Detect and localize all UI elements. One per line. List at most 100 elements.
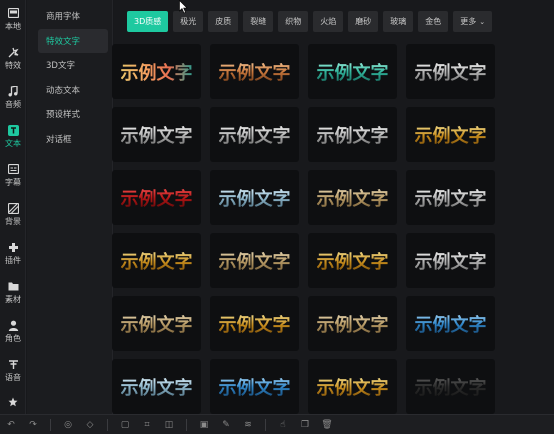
rail-label: 字幕 [5,178,21,187]
category-3d-text[interactable]: 3D文字 [27,53,112,78]
text-effect-card[interactable]: 示例文字 [210,359,299,414]
crop-icon: ⌗ [144,419,150,430]
text-effect-card[interactable]: 示例文字 [308,233,397,288]
rail-label: 文本 [5,139,21,148]
rail-label: 本地 [5,22,21,31]
category-list: 商用字体 特效文字 3D文字 动态文本 预设样式 对话框 [27,0,113,414]
tab-aurora[interactable]: 极光 [173,11,204,32]
text-effect-preview: 示例文字 [219,374,291,400]
rail-item-subtitle[interactable]: 字幕 [0,156,25,195]
rail-item-character[interactable]: 角色 [0,312,25,351]
text-effect-card[interactable]: 示例文字 [210,296,299,351]
rail-item-plugins[interactable]: 插件 [0,234,25,273]
text-effect-card[interactable]: 示例文字 [210,170,299,225]
app-window: 本地 特效 音频 文本 字幕 背景 插件 素材 角色 语音 商用字体 特效文字 … [0,0,554,434]
chevron-down-icon: ⌄ [479,17,486,26]
person-icon [7,319,19,331]
text-effect-preview: 示例文字 [415,59,487,85]
thumb-icon: ☝ [280,419,286,430]
text-effect-card[interactable]: 示例文字 [308,107,397,162]
rail-item-voice[interactable]: 语音 [0,351,25,390]
text-effect-preview: 示例文字 [317,248,389,274]
voice-icon [7,358,19,370]
target-button[interactable]: ◇ [79,415,101,434]
text-effect-card[interactable]: 示例文字 [210,233,299,288]
tab-glass[interactable]: 玻璃 [383,11,414,32]
copy-button[interactable]: ❐ [294,415,316,434]
text-effect-card[interactable]: 示例文字 [308,44,397,99]
text-effect-card[interactable]: 示例文字 [112,359,201,414]
rail-item-more[interactable] [0,390,25,414]
text-effect-preview: 示例文字 [415,374,487,400]
divider [265,418,266,431]
tab-leather[interactable]: 皮质 [208,11,239,32]
edit-button[interactable]: ✎ [215,415,237,434]
text-effect-card[interactable]: 示例文字 [112,296,201,351]
text-effect-card[interactable]: 示例文字 [112,44,201,99]
category-dynamic-text[interactable]: 动态文本 [27,78,112,103]
text-effect-card[interactable]: 示例文字 [308,296,397,351]
delete-button[interactable]: 🗑 [316,415,338,434]
text-effect-card[interactable]: 示例文字 [406,233,495,288]
text-effect-card[interactable]: 示例文字 [406,44,495,99]
text-effect-preview: 示例文字 [121,311,193,337]
mirror-button[interactable]: ◫ [158,415,180,434]
category-commercial-fonts[interactable]: 商用字体 [27,4,112,29]
text-effect-preview: 示例文字 [415,122,487,148]
assets-folder-icon [7,280,19,292]
category-effect-text[interactable]: 特效文字 [38,28,108,53]
more-dropdown[interactable]: 更多 ⌄ [453,11,493,32]
tab-frosted[interactable]: 磨砂 [348,11,379,32]
image-icon: ▣ [199,419,209,430]
text-effect-preview: 示例文字 [121,122,193,148]
text-effect-preview: 示例文字 [415,185,487,211]
layers-icon: ≋ [244,419,252,430]
rail-item-audio[interactable]: 音频 [0,78,25,117]
rail-label: 插件 [5,256,21,265]
text-effect-card[interactable]: 示例文字 [112,233,201,288]
text-effect-card[interactable]: 示例文字 [406,296,495,351]
text-effect-preview: 示例文字 [317,122,389,148]
category-dialog-box[interactable]: 对话框 [27,127,112,152]
tab-flame[interactable]: 火焰 [313,11,344,32]
undo-button[interactable]: ↶ [0,415,22,434]
text-effect-card[interactable]: 示例文字 [112,170,201,225]
frame-button[interactable]: ▢ [114,415,136,434]
anchor-button[interactable]: ◎ [57,415,79,434]
tab-fabric[interactable]: 织物 [278,11,309,32]
tab-gold[interactable]: 金色 [418,11,449,32]
text-effect-card[interactable]: 示例文字 [210,44,299,99]
text-effect-preview: 示例文字 [219,311,291,337]
rail-item-text[interactable]: 文本 [0,117,25,156]
frame-icon: ▢ [120,419,130,430]
more-label: 更多 [460,17,477,26]
tab-crack[interactable]: 裂缝 [243,11,274,32]
text-effect-preview: 示例文字 [415,248,487,274]
rail-label: 素材 [5,295,21,304]
undo-icon: ↶ [7,419,15,430]
text-effect-preview: 示例文字 [219,122,291,148]
image-button[interactable]: ▣ [193,415,215,434]
tab-3d-texture[interactable]: 3D质感 [127,11,169,32]
divider [186,418,187,431]
copy-icon: ❐ [300,419,310,430]
category-preset-styles[interactable]: 预设样式 [27,102,112,127]
rail-item-background[interactable]: 背景 [0,195,25,234]
text-effect-preview: 示例文字 [415,311,487,337]
crop-button[interactable]: ⌗ [136,415,158,434]
trash-icon: 🗑 [321,419,333,430]
layers-button[interactable]: ≋ [237,415,259,434]
text-effect-card[interactable]: 示例文字 [308,170,397,225]
text-effect-card[interactable]: 示例文字 [210,107,299,162]
text-effect-card[interactable]: 示例文字 [112,107,201,162]
text-effect-card[interactable]: 示例文字 [406,107,495,162]
like-button[interactable]: ☝ [272,415,294,434]
rail-item-local[interactable]: 本地 [0,0,25,39]
rail-item-assets[interactable]: 素材 [0,273,25,312]
text-effect-card[interactable]: 示例文字 [308,359,397,414]
rail-item-effects[interactable]: 特效 [0,39,25,78]
redo-button[interactable]: ↷ [22,415,44,434]
left-icon-rail: 本地 特效 音频 文本 字幕 背景 插件 素材 角色 语音 [0,0,26,414]
text-effect-card[interactable]: 示例文字 [406,170,495,225]
text-effect-card[interactable]: 示例文字 [406,359,495,414]
